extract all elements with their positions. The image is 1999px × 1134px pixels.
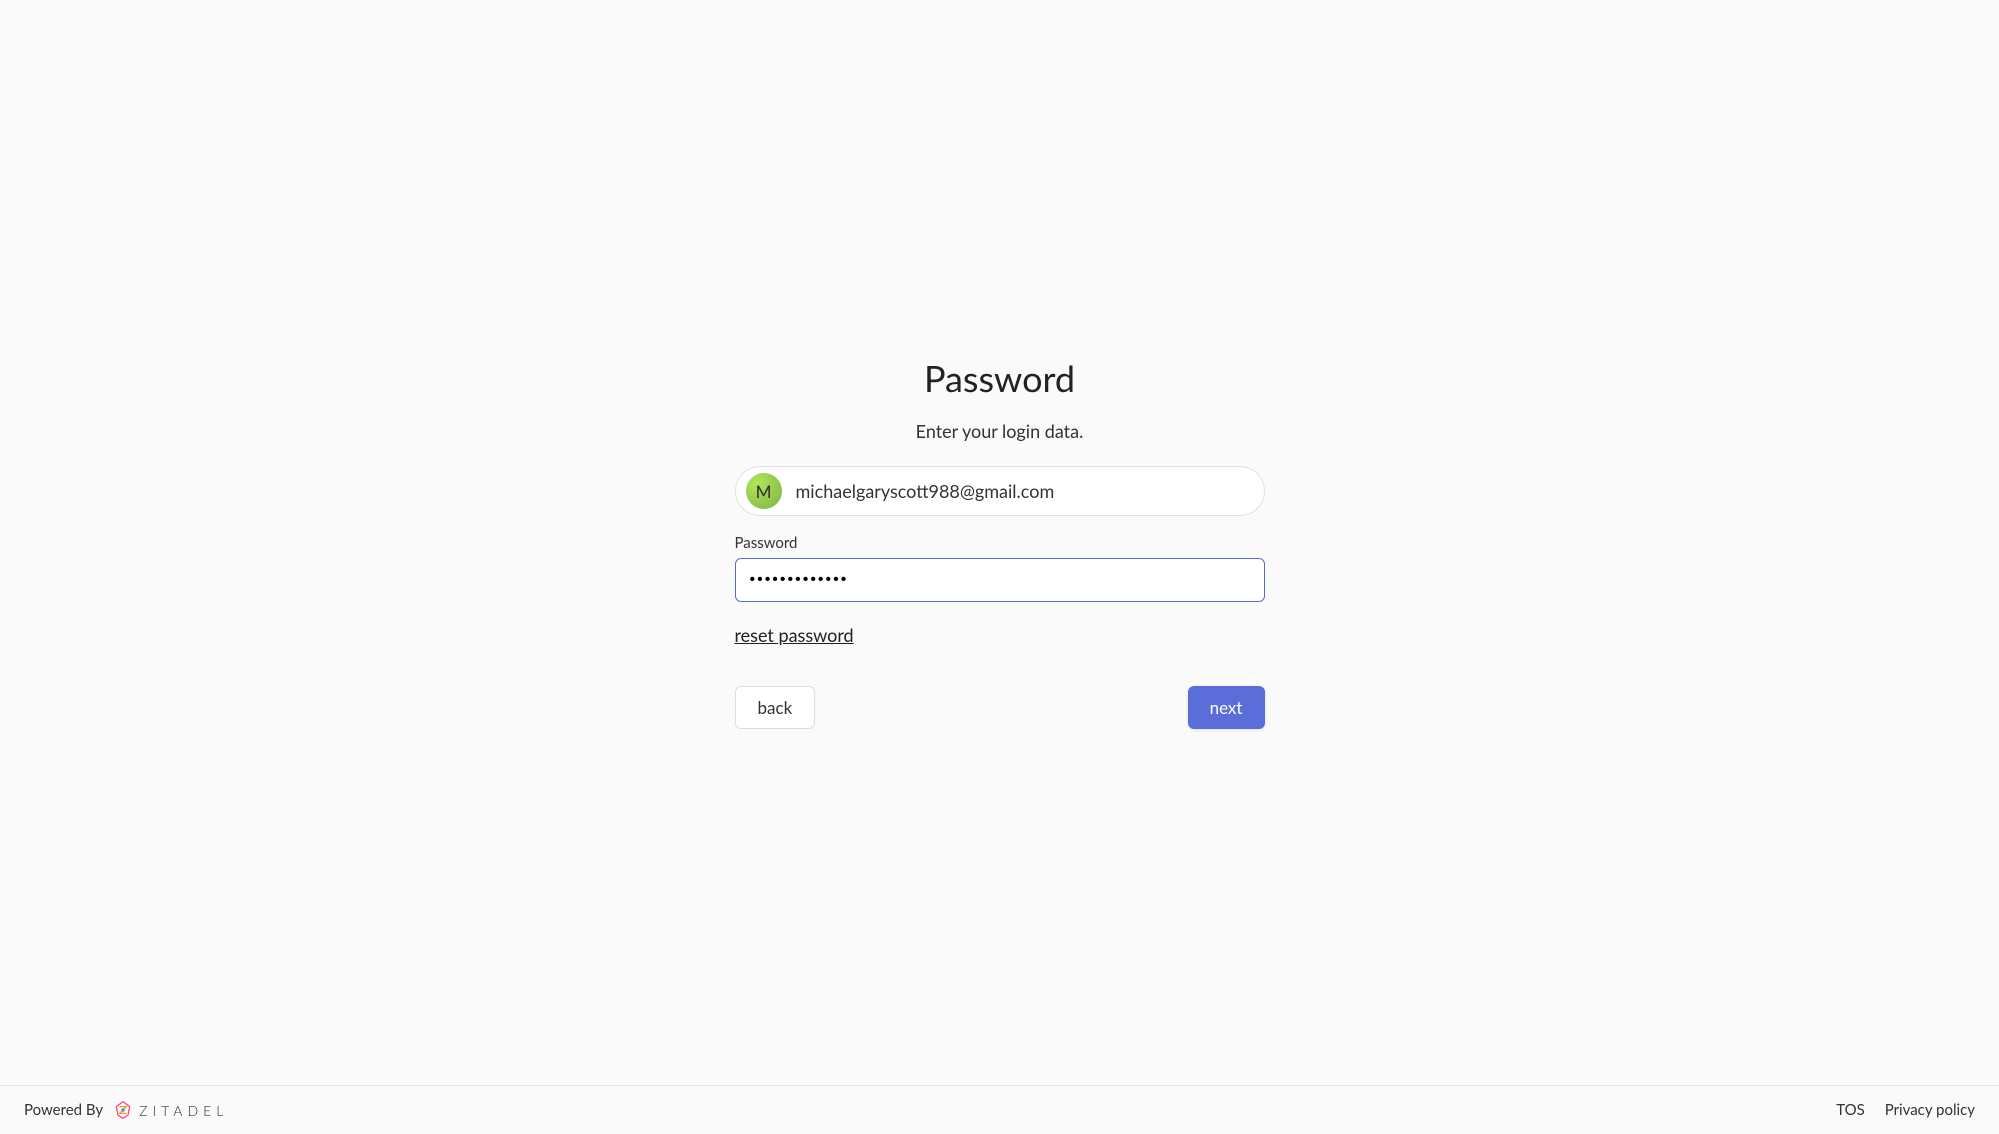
- page-title: Password: [735, 356, 1265, 400]
- footer-left: Powered By ZITADEL: [24, 1100, 228, 1120]
- button-row: back next: [735, 686, 1265, 729]
- login-card: Password Enter your login data. M michae…: [735, 356, 1265, 729]
- powered-by-label: Powered By: [24, 1101, 103, 1119]
- main-content: Password Enter your login data. M michae…: [0, 0, 1999, 1085]
- zitadel-logo[interactable]: ZITADEL: [113, 1100, 228, 1120]
- tos-link[interactable]: TOS: [1836, 1101, 1865, 1119]
- back-button[interactable]: back: [735, 686, 816, 729]
- user-account-pill[interactable]: M michaelgaryscott988@gmail.com: [735, 466, 1265, 516]
- user-email: michaelgaryscott988@gmail.com: [796, 480, 1055, 502]
- next-button[interactable]: next: [1188, 686, 1265, 729]
- zitadel-icon: [113, 1100, 133, 1120]
- avatar-initial: M: [756, 481, 772, 502]
- privacy-link[interactable]: Privacy policy: [1885, 1101, 1975, 1119]
- zitadel-brand-text: ZITADEL: [139, 1102, 228, 1119]
- page-subtitle: Enter your login data.: [735, 420, 1265, 442]
- footer-right: TOS Privacy policy: [1836, 1101, 1975, 1119]
- footer: Powered By ZITADEL TOS Privacy policy: [0, 1085, 1999, 1134]
- password-label: Password: [735, 534, 1265, 552]
- avatar: M: [746, 473, 782, 509]
- password-input[interactable]: [735, 558, 1265, 602]
- reset-password-link[interactable]: reset password: [735, 624, 854, 646]
